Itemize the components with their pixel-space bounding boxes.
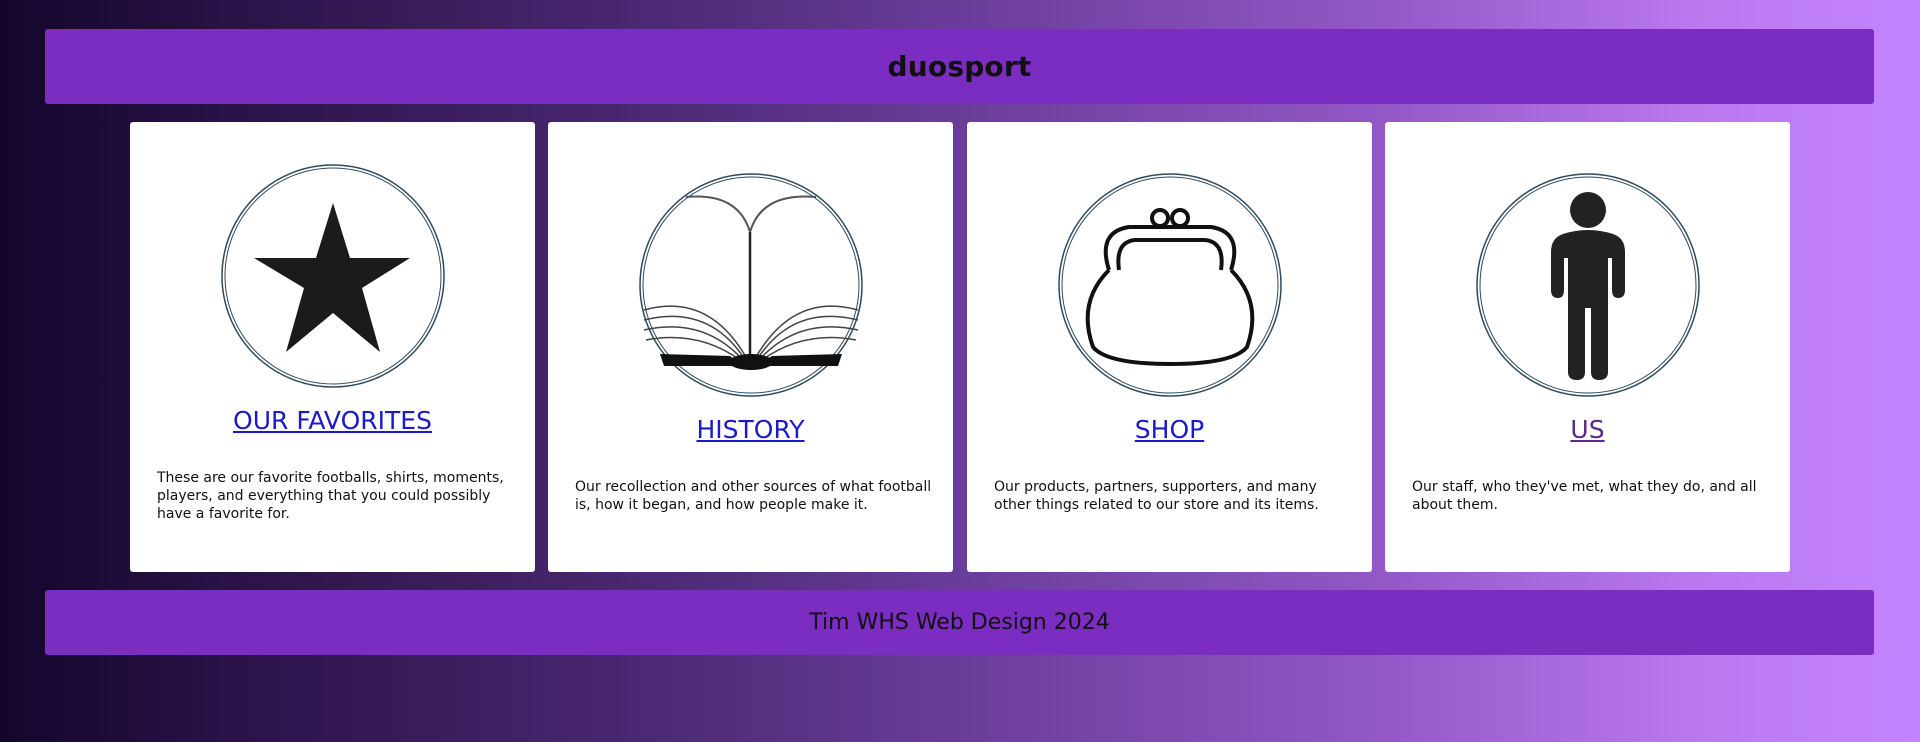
history-description: Our recollection and other sources of wh… [575,479,932,513]
us-description: Our staff, who they've met, what they do… [1412,479,1757,513]
person-icon [1475,173,1700,397]
footer-text: Tim WHS Web Design 2024 [809,610,1110,635]
history-link[interactable]: HISTORY [548,415,953,444]
card-shop: SHOP Our products, partners, supporters,… [967,122,1372,572]
history-icon-frame [548,172,953,398]
card-history: HISTORY Our recollection and other sourc… [548,122,953,572]
card-us: US Our staff, who they've met, what they… [1385,122,1790,572]
card-favorites: OUR FAVORITES These are our favorite foo… [130,122,535,572]
site-title: duosport [887,50,1032,83]
purse-icon [1057,173,1282,397]
book-icon [638,173,863,397]
favorites-icon-frame [130,163,535,389]
shop-link[interactable]: SHOP [967,415,1372,444]
our-favorites-link[interactable]: OUR FAVORITES [130,406,535,435]
favorites-description: These are our favorite footballs, shirts… [157,470,504,522]
site-footer: Tim WHS Web Design 2024 [45,590,1874,655]
star-icon [220,164,445,388]
us-link[interactable]: US [1385,415,1790,444]
site-header: duosport [45,29,1874,104]
shop-icon-frame [967,172,1372,398]
card-grid: OUR FAVORITES These are our favorite foo… [130,122,1790,572]
shop-description: Our products, partners, supporters, and … [994,479,1319,513]
us-icon-frame [1385,172,1790,398]
